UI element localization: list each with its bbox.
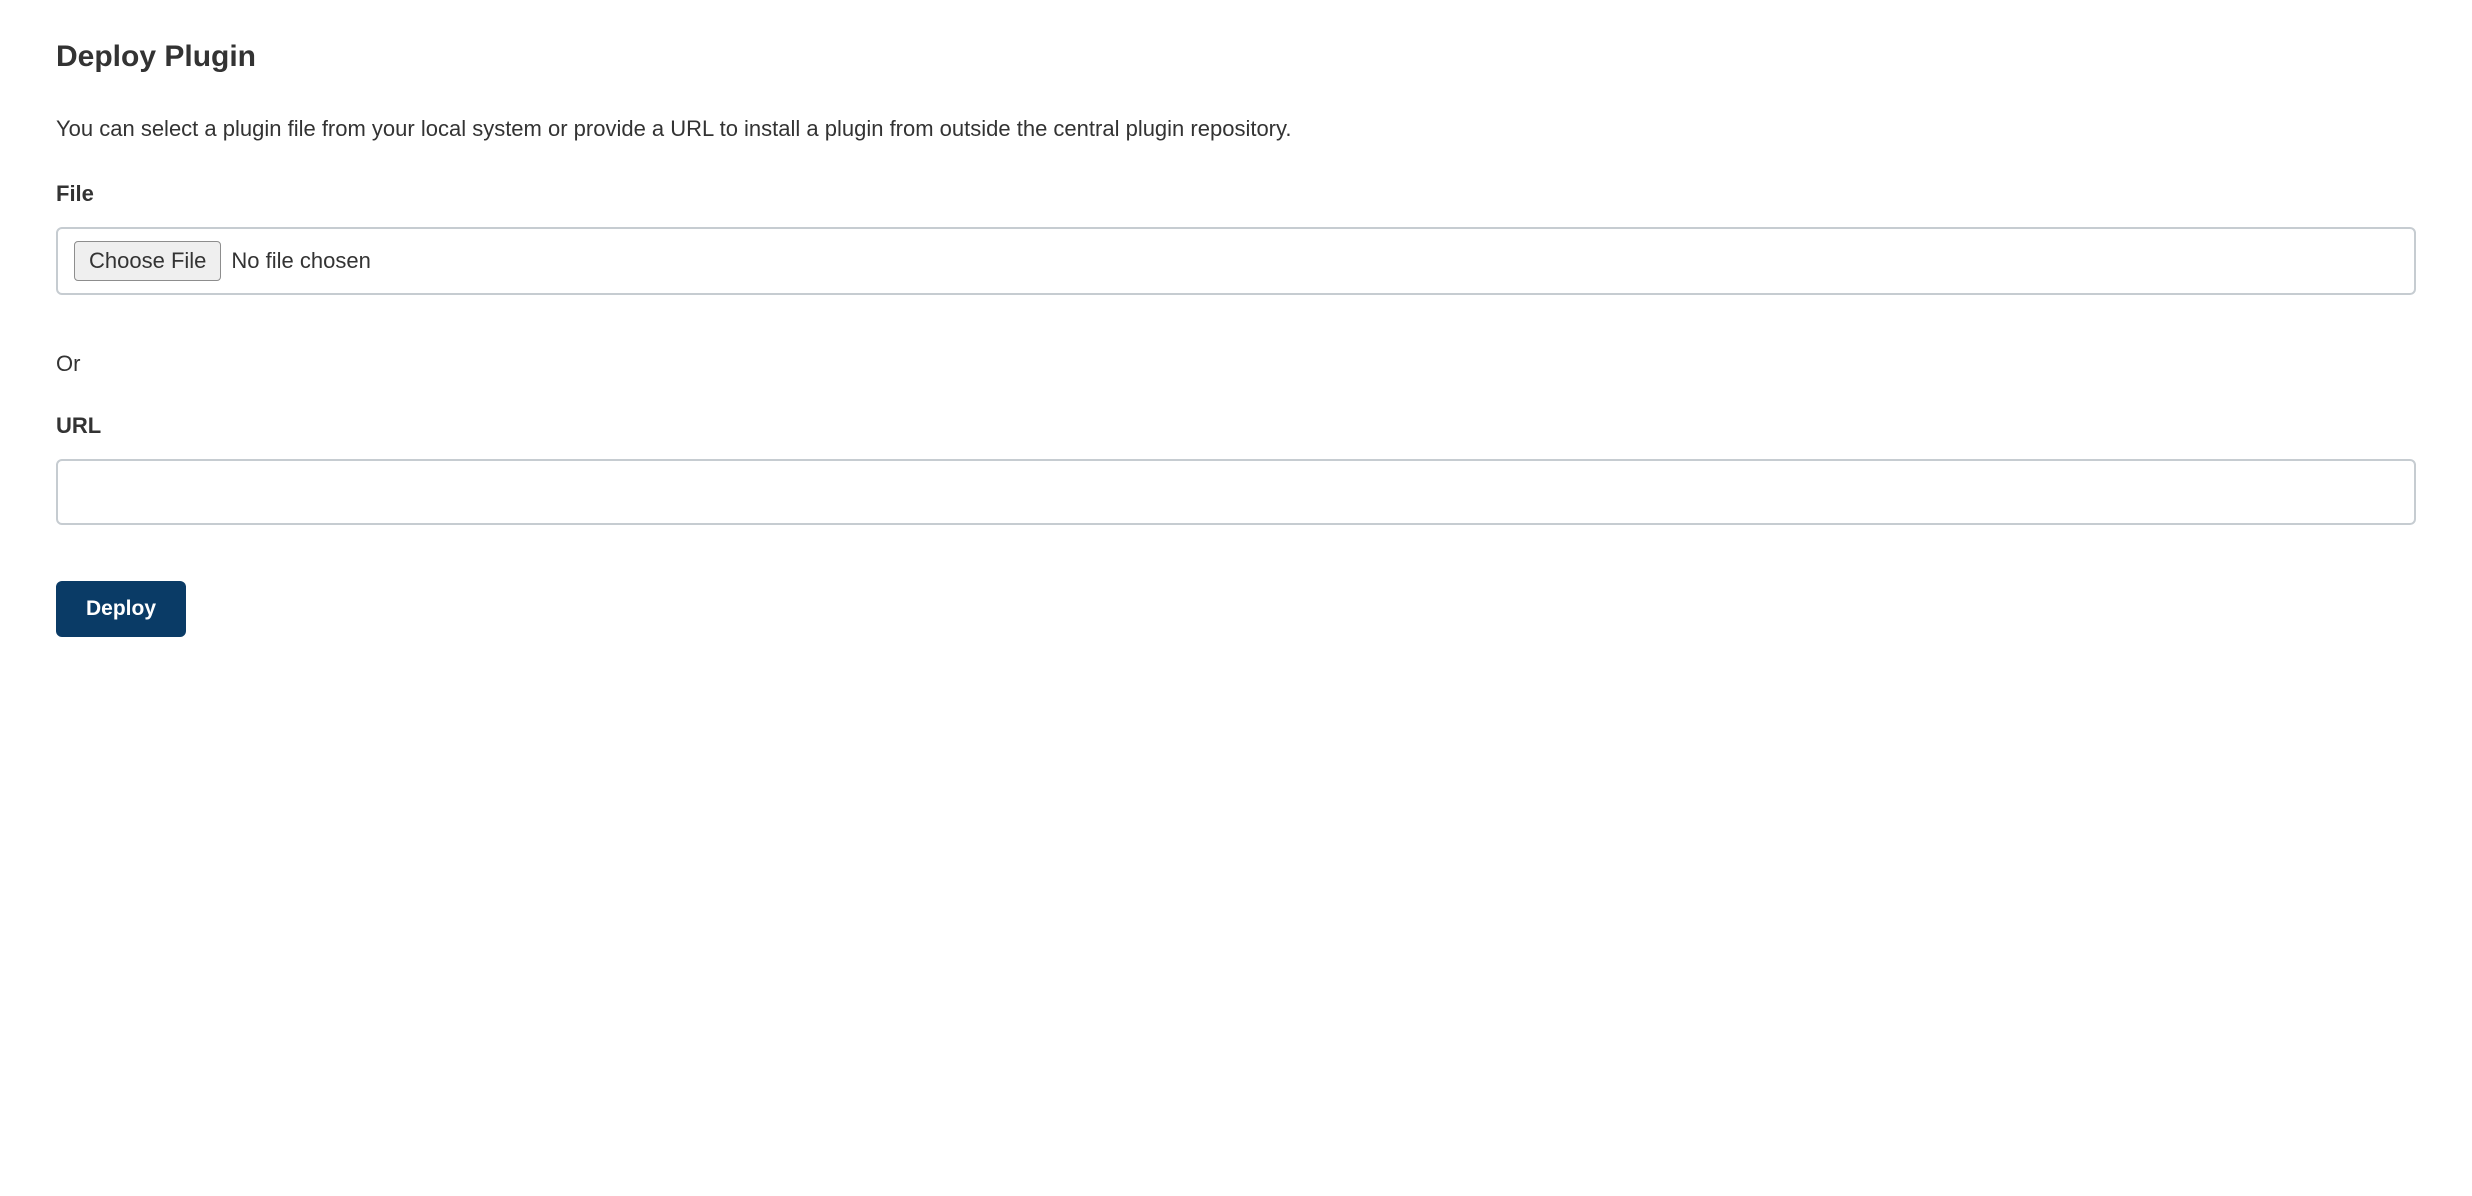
url-label: URL xyxy=(56,413,2416,439)
file-label: File xyxy=(56,181,2416,207)
file-input-container[interactable]: Choose File No file chosen xyxy=(56,227,2416,295)
file-status-text: No file chosen xyxy=(231,248,370,274)
deploy-button[interactable]: Deploy xyxy=(56,581,186,637)
url-input[interactable] xyxy=(56,459,2416,525)
description-text: You can select a plugin file from your l… xyxy=(56,114,2416,145)
page-title: Deploy Plugin xyxy=(56,40,2416,74)
or-separator: Or xyxy=(56,351,2416,377)
choose-file-button[interactable]: Choose File xyxy=(74,241,221,281)
